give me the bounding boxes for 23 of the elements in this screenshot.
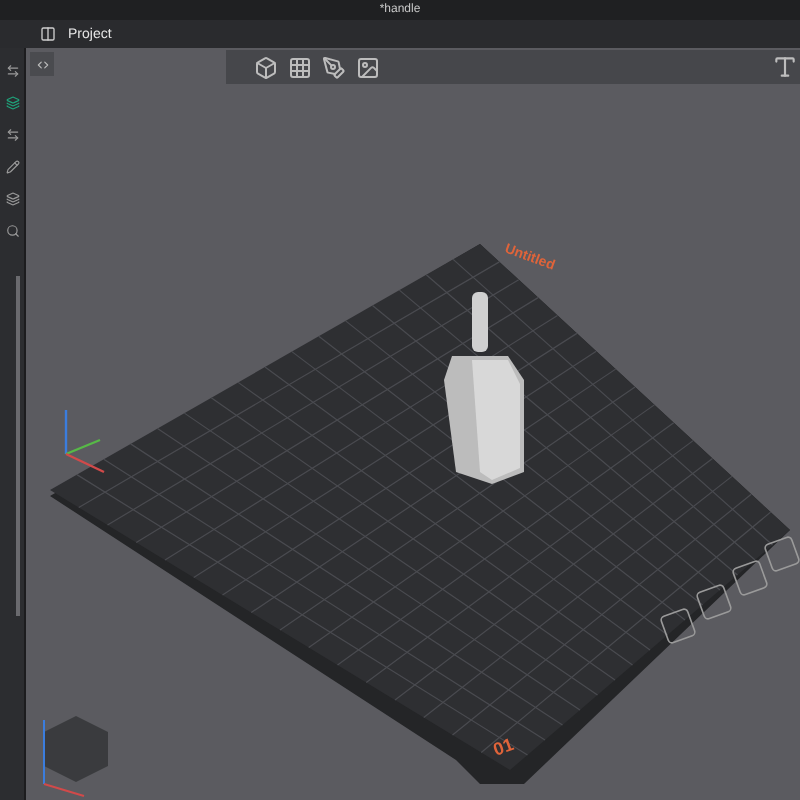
arrows-icon[interactable] [5, 128, 19, 142]
plate-button[interactable] [731, 559, 769, 597]
layers-icon[interactable] [5, 192, 19, 206]
plate-button[interactable] [763, 535, 800, 573]
arrows-icon[interactable] [5, 64, 19, 78]
view-cube[interactable] [43, 716, 108, 797]
cube-icon[interactable] [254, 55, 278, 79]
expand-icon [35, 57, 49, 71]
layers-icon[interactable] [5, 96, 19, 110]
plate-button[interactable] [695, 583, 733, 621]
panel-icon[interactable] [40, 26, 56, 42]
scrollbar[interactable] [15, 276, 19, 616]
plate-number[interactable]: 01 [490, 734, 517, 760]
image-icon[interactable] [356, 55, 380, 79]
pen-icon[interactable] [322, 55, 346, 79]
axis-gizmo [64, 410, 105, 474]
pencil-icon[interactable] [5, 160, 19, 174]
text-icon[interactable] [772, 54, 798, 80]
search-icon[interactable] [5, 224, 19, 238]
collapse-button[interactable] [30, 52, 54, 76]
model-drawing[interactable] [444, 292, 524, 484]
grid-icon[interactable] [288, 55, 312, 79]
plate-button[interactable] [659, 607, 697, 645]
